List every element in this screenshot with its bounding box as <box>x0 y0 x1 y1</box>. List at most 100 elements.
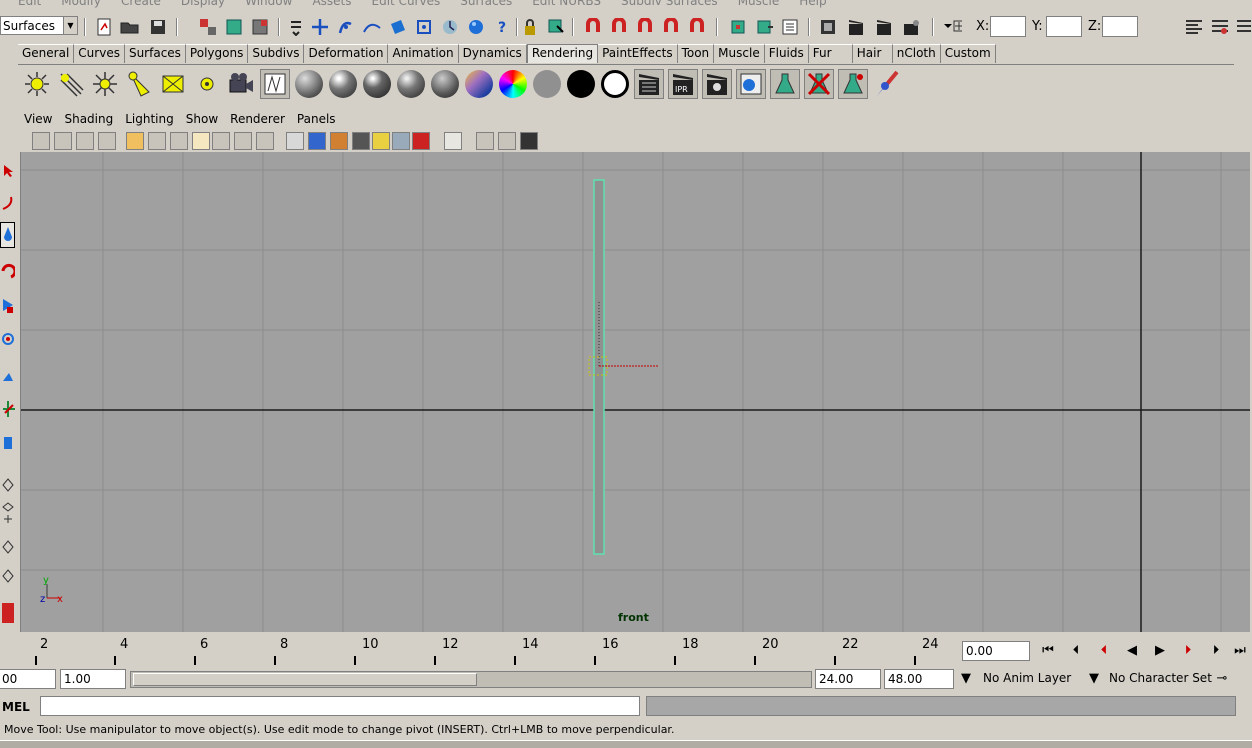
tab-fluids[interactable]: Fluids <box>764 44 809 63</box>
play-forwards-icon[interactable]: ▶ <box>1148 641 1172 661</box>
snap-point-icon[interactable] <box>362 17 382 37</box>
safe-title-icon[interactable] <box>256 132 274 150</box>
tab-surfaces[interactable]: Surfaces <box>124 44 186 63</box>
help-icon[interactable]: ? <box>492 17 512 37</box>
point-light-icon[interactable] <box>90 69 120 99</box>
panel-menu-view[interactable]: View <box>24 112 52 130</box>
move-tool-icon[interactable] <box>0 258 15 284</box>
menu-assets[interactable]: Assets <box>312 0 351 8</box>
go-to-end-icon[interactable]: ⏭ <box>1228 641 1252 661</box>
panel-menu-shading[interactable]: Shading <box>64 112 113 130</box>
time-slider[interactable]: 2 4 6 8 10 12 14 16 18 20 22 24 <box>0 636 960 666</box>
tab-curves[interactable]: Curves <box>74 44 125 63</box>
play-backwards-icon[interactable]: ◀ <box>1120 641 1144 661</box>
script-language-label[interactable]: MEL <box>2 700 30 714</box>
z-field[interactable] <box>1102 16 1138 37</box>
paint-brush-icon[interactable] <box>872 69 902 99</box>
render-sphere-icon[interactable] <box>466 17 486 37</box>
open-scene-icon[interactable] <box>120 17 140 37</box>
tab-polygons[interactable]: Polygons <box>185 44 249 63</box>
snap-grid-icon[interactable] <box>310 17 330 37</box>
step-back-key-icon[interactable]: ⏴ <box>1092 641 1116 661</box>
layout-persp-graph-icon[interactable] <box>0 564 15 590</box>
playback-start-field[interactable]: 1.00 <box>60 669 126 689</box>
shadows-icon[interactable] <box>412 132 430 150</box>
save-scene-icon[interactable] <box>148 17 168 37</box>
camera-icon[interactable] <box>226 69 256 99</box>
remove-material-icon[interactable] <box>804 69 834 99</box>
layered-shader-icon[interactable] <box>464 69 494 99</box>
menu-muscle[interactable]: Muscle <box>738 0 780 8</box>
menu-edit-nurbs[interactable]: Edit NURBS <box>532 0 601 8</box>
ipr-render-shelf-icon[interactable]: IPR <box>668 69 698 99</box>
input-ops-icon[interactable] <box>728 17 748 37</box>
playback-end-field[interactable]: 24.00 <box>815 669 881 689</box>
select-tool-icon[interactable] <box>0 158 15 184</box>
panel-menu-renderer[interactable]: Renderer <box>230 112 285 130</box>
y-field[interactable] <box>1046 16 1082 37</box>
animation-start-field[interactable]: 00 <box>0 669 56 689</box>
tab-painteffects[interactable]: PaintEffects <box>598 44 678 63</box>
menu-help[interactable]: Help <box>799 0 826 8</box>
new-scene-icon[interactable] <box>94 17 114 37</box>
use-all-lights-icon[interactable] <box>352 132 370 150</box>
menu-edit-curves[interactable]: Edit Curves <box>372 0 441 8</box>
show-manip-tool-icon[interactable] <box>0 430 15 456</box>
film-gate-icon[interactable] <box>148 132 166 150</box>
hypershade-icon[interactable] <box>260 69 290 99</box>
camera-bookmark-icon[interactable] <box>54 132 72 150</box>
chevron-down-icon[interactable]: ▼ <box>954 669 978 689</box>
default-light-icon[interactable] <box>372 132 390 150</box>
menu-create[interactable]: Create <box>121 0 161 8</box>
command-input[interactable] <box>40 696 640 716</box>
panel-menu-lighting[interactable]: Lighting <box>125 112 174 130</box>
layout-hypershade-icon[interactable] <box>0 600 15 626</box>
soft-mod-tool-icon[interactable] <box>0 396 15 422</box>
tab-custom[interactable]: Custom <box>940 44 996 63</box>
render-frame-icon[interactable] <box>846 17 866 37</box>
wireframe-icon[interactable] <box>286 132 304 150</box>
scale-tool-icon[interactable] <box>0 326 15 352</box>
construction-history-icon[interactable] <box>780 17 800 37</box>
select-highlight-icon[interactable] <box>546 17 566 37</box>
current-time-field[interactable]: 0.00 <box>962 641 1030 661</box>
make-live-icon[interactable] <box>414 17 434 37</box>
animation-end-field[interactable]: 48.00 <box>884 669 954 689</box>
select-camera-icon[interactable] <box>126 132 144 150</box>
magnet-curve-icon[interactable] <box>610 17 630 37</box>
area-light-icon[interactable] <box>158 69 188 99</box>
layout-single-icon[interactable] <box>0 472 15 498</box>
render-settings-shelf-icon[interactable] <box>702 69 732 99</box>
phonge-sphere-icon[interactable] <box>396 69 426 99</box>
textured-icon[interactable] <box>330 132 348 150</box>
menu-surfaces[interactable]: Surfaces <box>460 0 512 8</box>
go-to-start-icon[interactable]: ⏮ <box>1036 641 1060 661</box>
volume-light-icon[interactable] <box>192 69 222 99</box>
render-settings-icon[interactable] <box>902 17 922 37</box>
resolution-gate-icon[interactable] <box>170 132 188 150</box>
tab-rendering[interactable]: Rendering <box>526 44 599 63</box>
layout-four-icon[interactable] <box>0 500 15 526</box>
tab-animation[interactable]: Animation <box>388 44 459 63</box>
field-chart-icon[interactable] <box>212 132 230 150</box>
assign-material-icon[interactable] <box>838 69 868 99</box>
tab-deformation[interactable]: Deformation <box>304 44 389 63</box>
two-d-pan-zoom-icon[interactable] <box>98 132 116 150</box>
smooth-shade-icon[interactable] <box>308 132 326 150</box>
lock-icon[interactable] <box>520 17 540 37</box>
front-viewport[interactable]: y z x front <box>20 152 1250 632</box>
select-object-icon[interactable] <box>224 17 244 37</box>
rotate-tool-icon[interactable] <box>0 292 15 318</box>
magnet-view-icon[interactable] <box>688 17 708 37</box>
tab-hair[interactable]: Hair <box>852 44 893 63</box>
gate-mask-icon[interactable] <box>192 132 210 150</box>
blinn-sphere-icon[interactable] <box>328 69 358 99</box>
tab-fur[interactable]: Fur <box>808 44 853 63</box>
select-hierarchy-icon[interactable] <box>198 17 218 37</box>
layout-persp-outliner-icon[interactable] <box>0 536 15 562</box>
high-quality-icon[interactable] <box>476 132 494 150</box>
shading-map-icon[interactable] <box>600 69 630 99</box>
anisotropic-sphere-icon[interactable] <box>430 69 460 99</box>
snap-curve-icon[interactable] <box>336 17 356 37</box>
key-icon[interactable]: ⊸ <box>1210 669 1234 689</box>
